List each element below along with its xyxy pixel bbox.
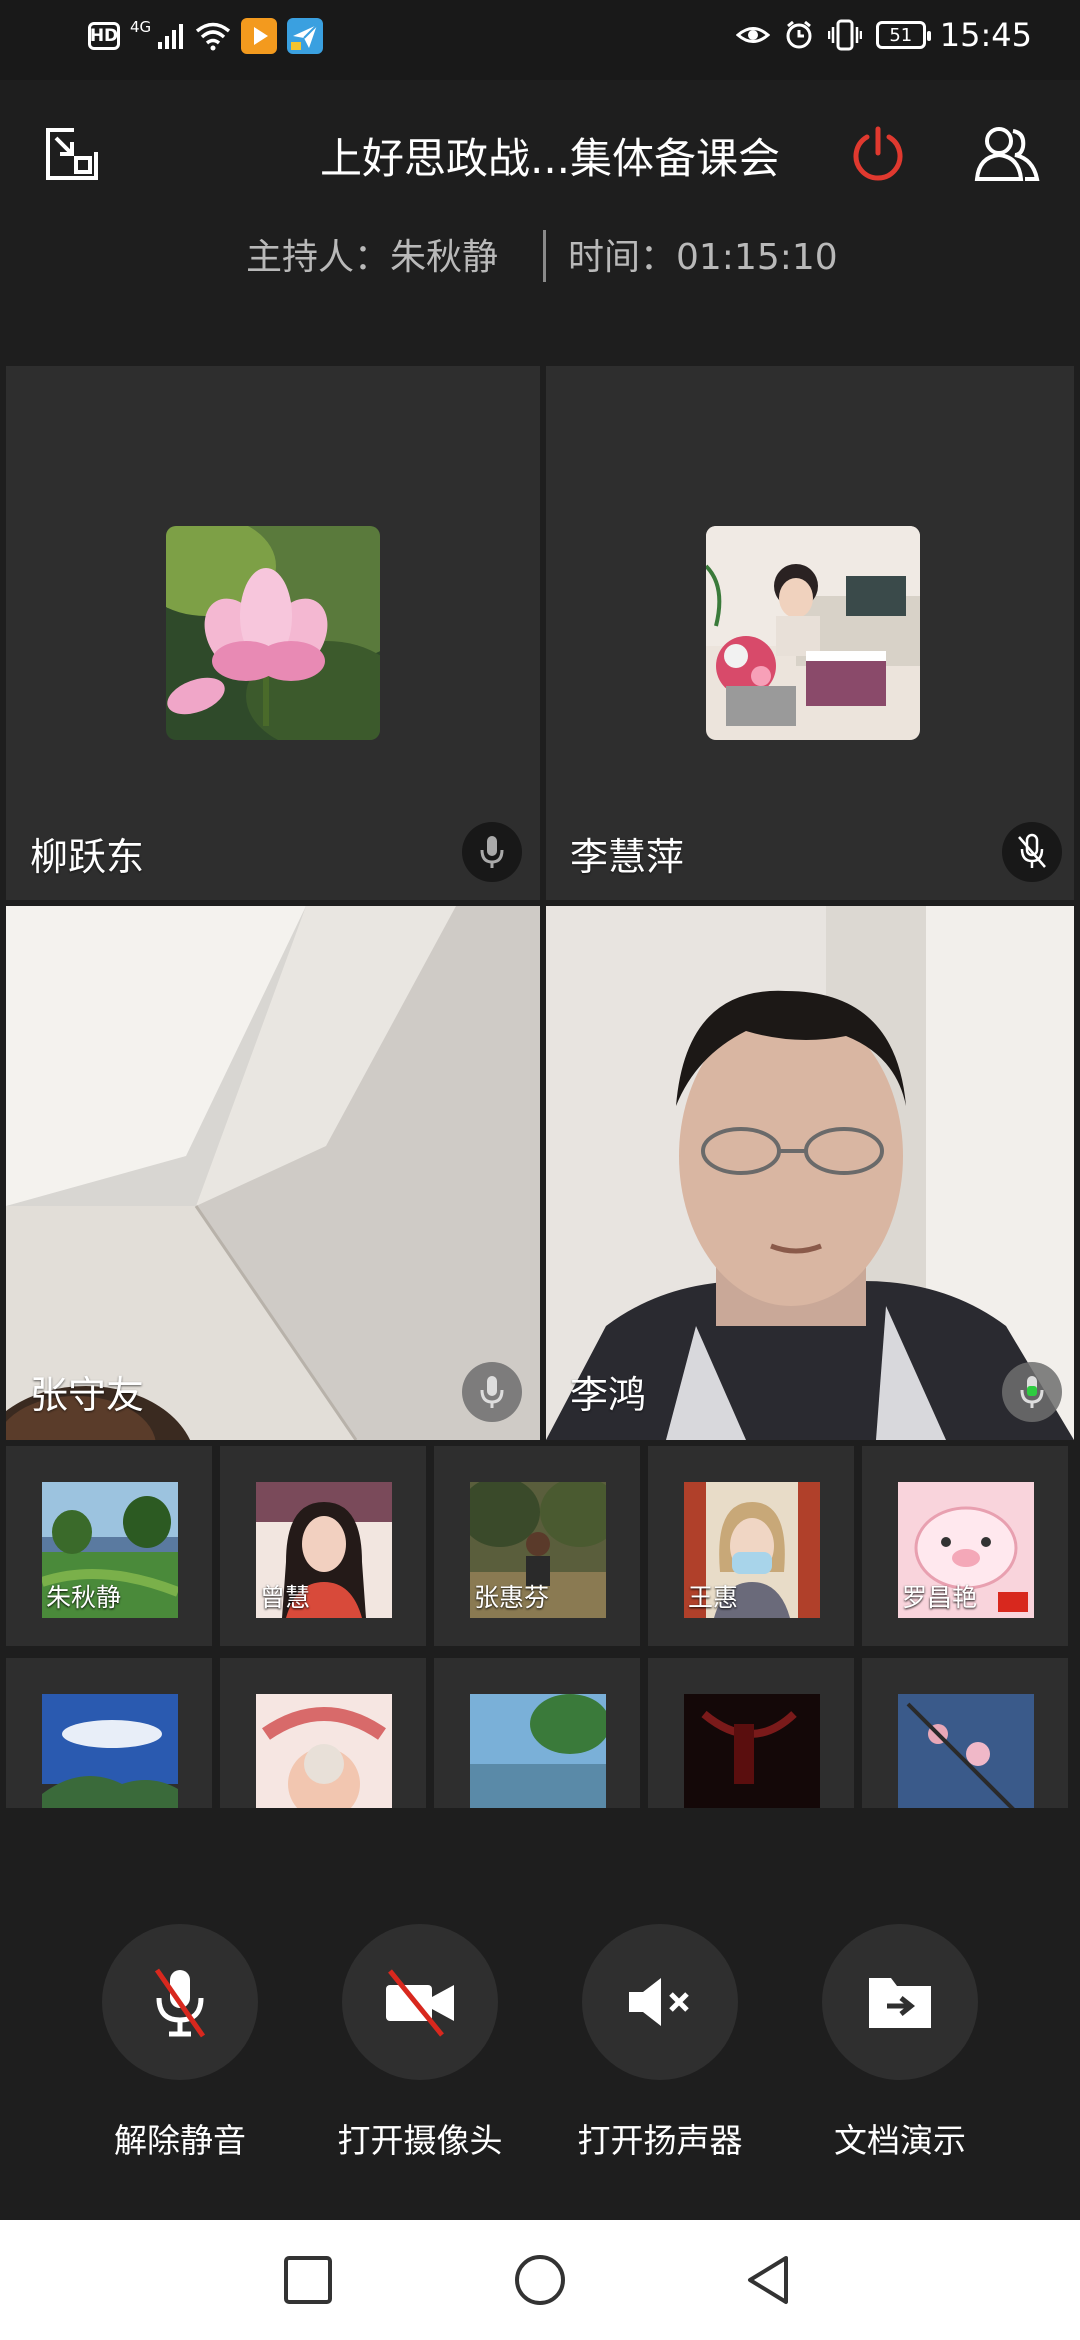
participant-thumbnail[interactable] [648, 1658, 854, 1808]
mic-icon [480, 836, 504, 868]
control-label: 解除静音 [114, 2121, 246, 2160]
camera-control[interactable]: 打开摄像头 [300, 1924, 540, 2162]
participant-name: 王惠 [688, 1583, 739, 1612]
status-bar: HD 4G 51 15:45 [0, 0, 1080, 80]
clock: 15:45 [939, 16, 1032, 54]
meeting-duration: 时间：01:15:10 [568, 237, 838, 278]
participant-thumbnail[interactable]: 张惠芬 [434, 1446, 640, 1646]
participant-thumbnail[interactable]: 罗昌艳 [862, 1446, 1068, 1646]
participant-avatar [166, 526, 380, 740]
camera-off-icon [386, 1969, 454, 2037]
participant-avatar [42, 1694, 178, 1808]
video-tile[interactable]: 李慧萍 [546, 366, 1074, 900]
alarm-icon [786, 20, 812, 49]
participant-thumbnail[interactable] [220, 1658, 426, 1808]
participant-name: 柳跃东 [30, 835, 145, 879]
participants-button[interactable] [972, 122, 1042, 186]
participant-name: 李慧萍 [570, 835, 685, 879]
participant-name: 张守友 [30, 1373, 145, 1417]
participant-avatar [684, 1694, 820, 1808]
thumbnail-row-2 [0, 1658, 1080, 1808]
participant-name: 朱秋静 [46, 1583, 122, 1612]
participant-avatar [470, 1694, 606, 1808]
participant-avatar: 罗昌艳 [898, 1482, 1034, 1618]
participant-avatar: 王惠 [684, 1482, 820, 1618]
eye-icon [735, 27, 770, 43]
wifi-icon [196, 22, 231, 51]
participant-avatar [706, 526, 920, 740]
meeting-header: 上好思政战...集体备课会 主持人：朱秋静 时间：01:15:10 [0, 80, 1080, 360]
battery-icon: 51 [875, 21, 931, 49]
status-left: HD 4G [88, 18, 324, 54]
participant-thumbnail[interactable]: 朱秋静 [6, 1446, 212, 1646]
participant-thumbnail[interactable] [6, 1658, 212, 1808]
participant-avatar [256, 1694, 392, 1808]
mic-status [462, 1362, 522, 1422]
recents-icon[interactable] [282, 2254, 334, 2306]
minimize-window-icon [46, 128, 98, 180]
video-tile[interactable]: 柳跃东 [6, 366, 540, 900]
participant-name: 罗昌艳 [902, 1583, 978, 1612]
speaker-control[interactable]: 打开扬声器 [540, 1924, 780, 2162]
document-control[interactable]: 文档演示 [780, 1924, 1020, 2162]
power-icon [853, 126, 903, 181]
app-send-icon [287, 18, 324, 54]
video-feed [546, 906, 1074, 1440]
mic-status [1002, 822, 1062, 882]
system-nav-bar [0, 2220, 1080, 2340]
network-type: 4G [130, 18, 152, 36]
participant-thumbnail[interactable]: 曾慧 [220, 1446, 426, 1646]
app-play-icon [241, 18, 278, 54]
vibrate-icon [827, 19, 862, 51]
hd-icon: HD [88, 22, 120, 50]
back-icon[interactable] [742, 2252, 794, 2308]
control-label: 打开扬声器 [577, 2121, 743, 2160]
participant-avatar: 张惠芬 [470, 1482, 606, 1618]
participant-avatar: 朱秋静 [42, 1482, 178, 1618]
mic-status [462, 822, 522, 882]
mic-off-icon [154, 1968, 206, 2038]
participant-thumbnail[interactable] [862, 1658, 1068, 1808]
signal-icon [158, 24, 184, 49]
mic-muted-icon [1018, 833, 1046, 868]
mic-speaking-icon [1020, 1376, 1044, 1408]
host-label: 主持人：朱秋静 [246, 237, 499, 278]
video-tile[interactable]: 张守友 [6, 906, 540, 1440]
participant-avatar: 曾慧 [256, 1482, 392, 1618]
meta-divider [543, 230, 546, 282]
minimize-button[interactable] [40, 122, 104, 186]
home-icon[interactable] [512, 2252, 568, 2308]
unmute-button[interactable] [102, 1924, 258, 2080]
participant-thumbnail[interactable] [434, 1658, 640, 1808]
speaker-button[interactable] [582, 1924, 738, 2080]
video-feed [6, 906, 540, 1440]
mic-status [1002, 1362, 1062, 1422]
end-meeting-button[interactable] [846, 122, 910, 186]
share-document-icon [869, 1978, 931, 2028]
mic-icon [480, 1376, 504, 1408]
camera-button[interactable] [342, 1924, 498, 2080]
document-button[interactable] [822, 1924, 978, 2080]
control-label: 文档演示 [834, 2121, 966, 2160]
control-label: 打开摄像头 [337, 2121, 503, 2160]
participant-name: 张惠芬 [474, 1583, 550, 1612]
participant-avatar [898, 1694, 1034, 1808]
participant-name: 曾慧 [260, 1583, 311, 1612]
unmute-control[interactable]: 解除静音 [60, 1924, 300, 2162]
meeting-title: 上好思政战...集体备课会 [319, 134, 781, 183]
video-tile[interactable]: 李鸿 [546, 906, 1074, 1440]
participants-icon [974, 127, 1040, 181]
participant-thumbnail[interactable]: 王惠 [648, 1446, 854, 1646]
participant-name: 李鸿 [570, 1373, 647, 1417]
status-right: 51 15:45 [735, 16, 1032, 54]
speaker-off-icon [629, 1978, 689, 2026]
